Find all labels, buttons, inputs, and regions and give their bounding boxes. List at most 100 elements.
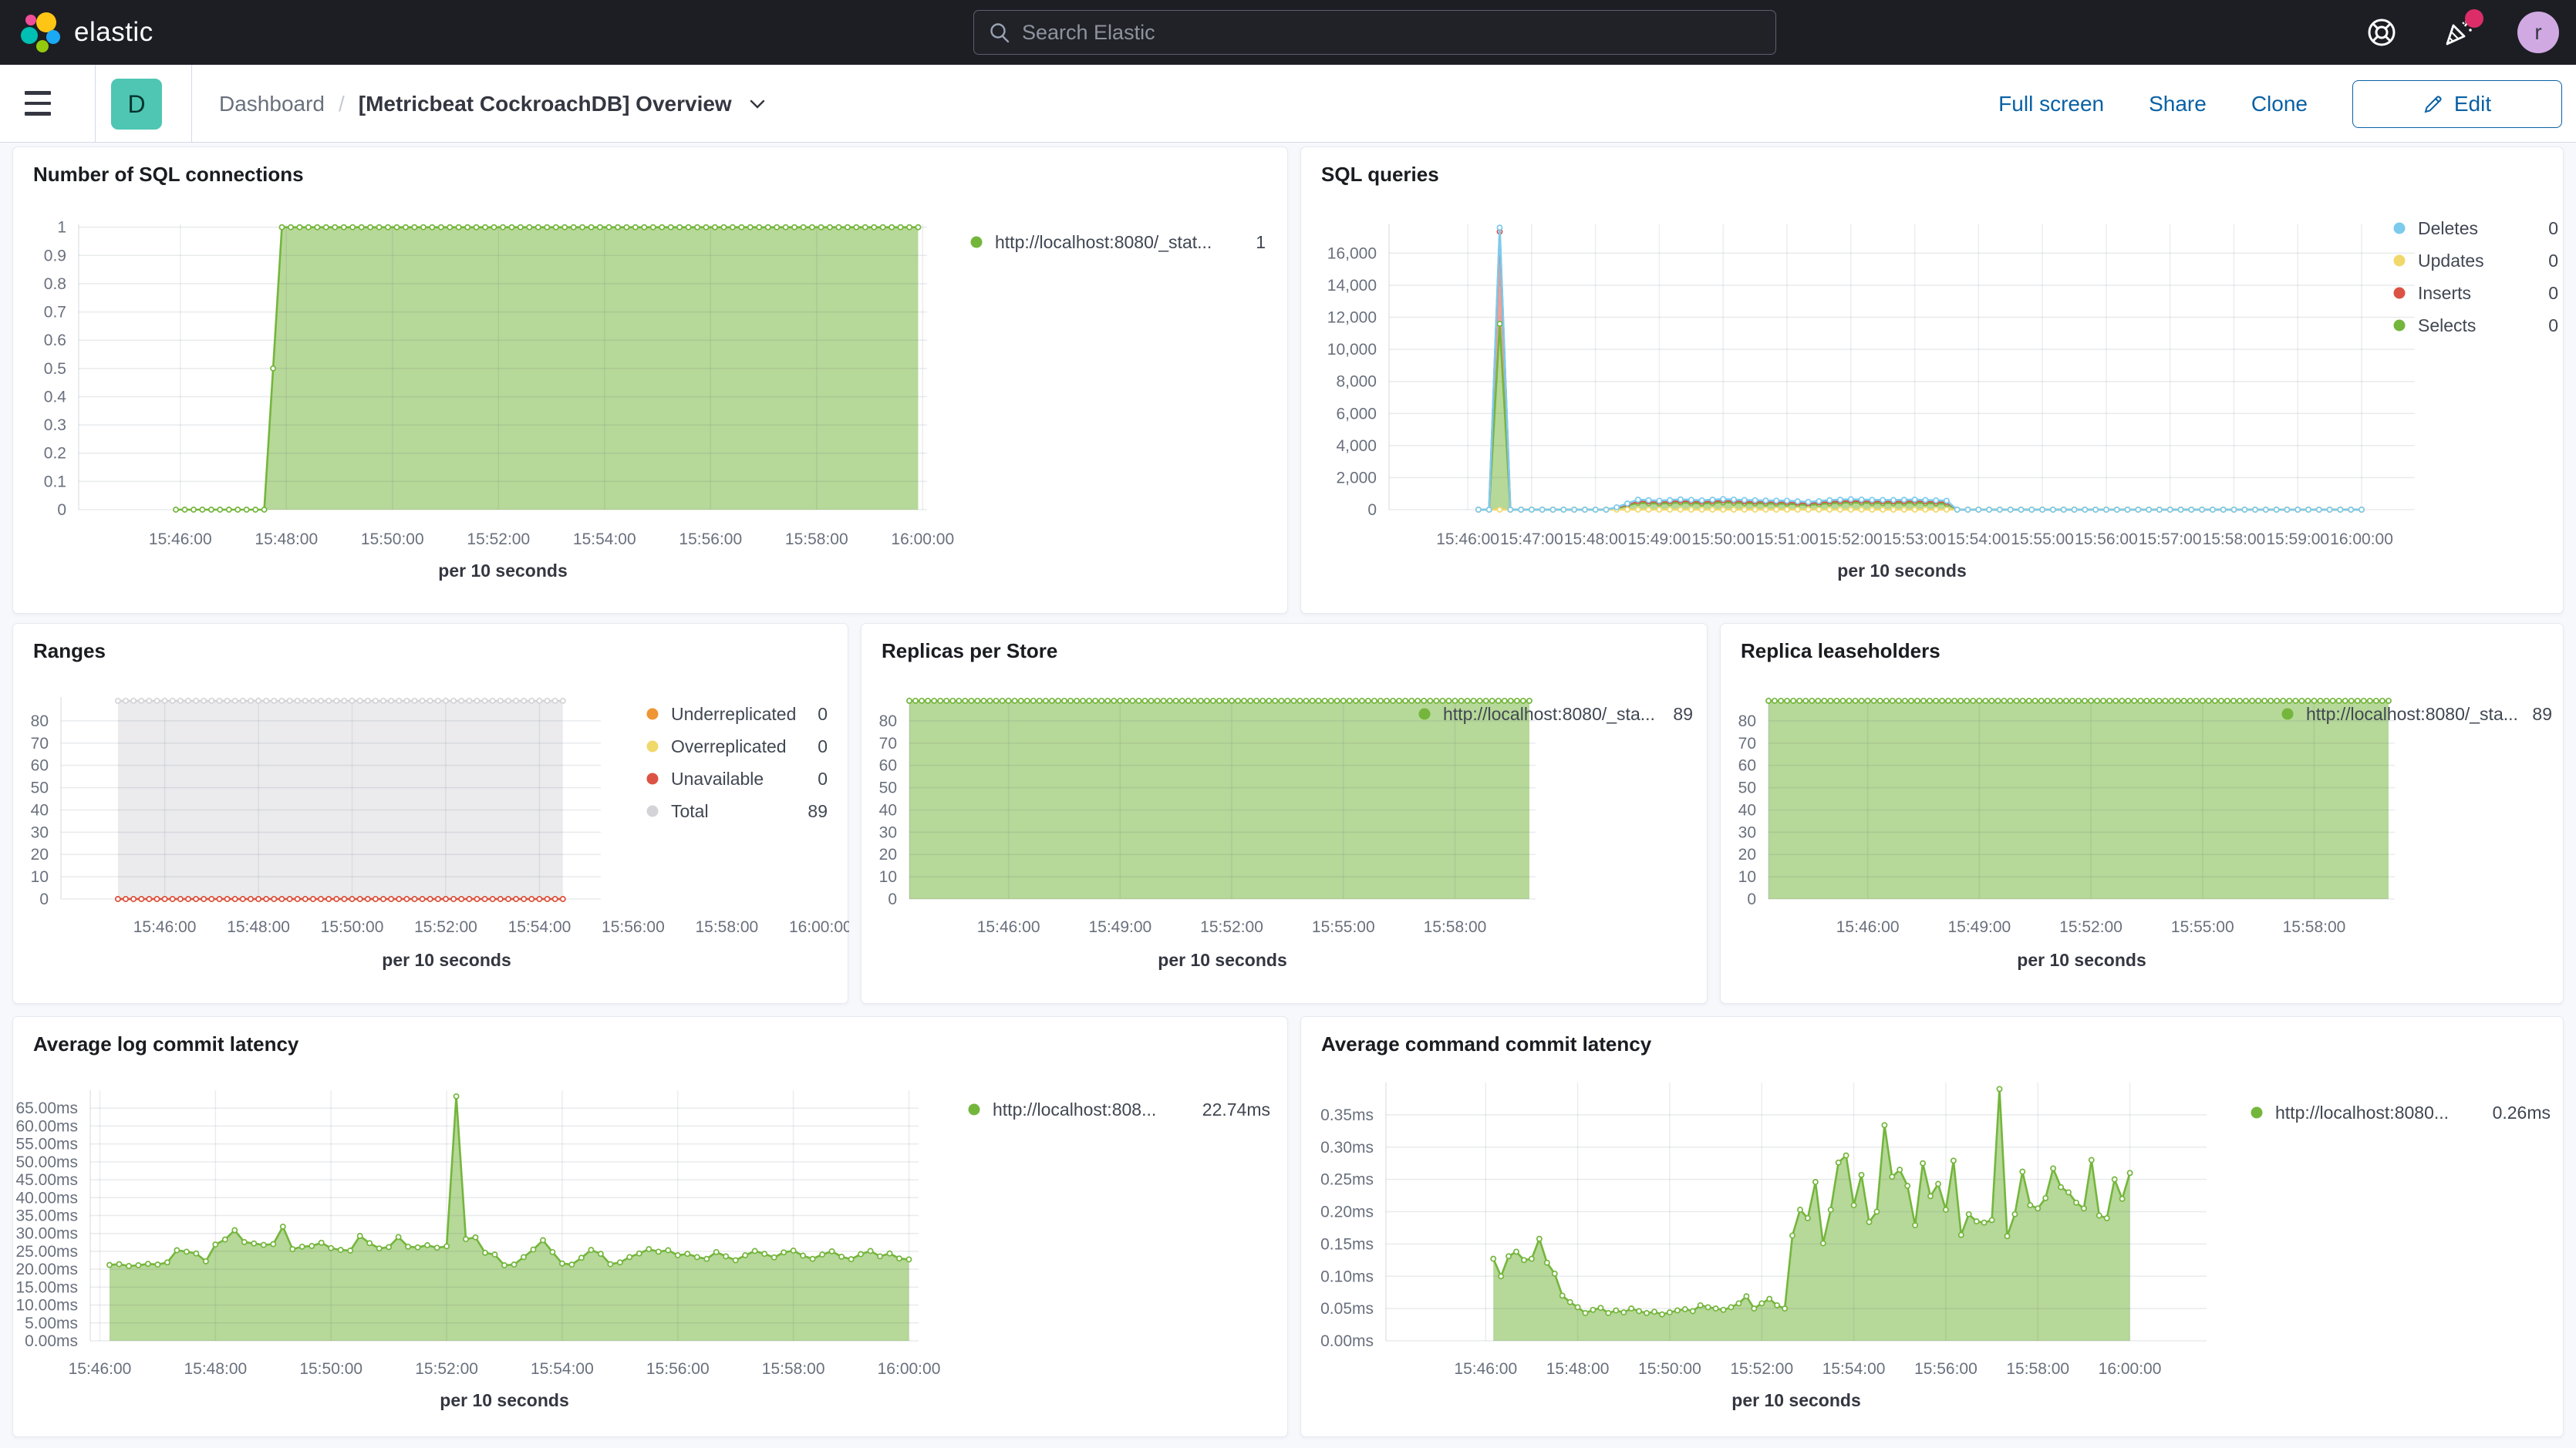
marker [174, 507, 178, 512]
marker [839, 1254, 844, 1259]
legend-item-label[interactable]: http://localhost:808... [993, 1099, 1156, 1120]
marker [1248, 699, 1253, 703]
marker [1568, 1300, 1573, 1305]
chart-canvas[interactable]: 0.00ms0.05ms0.10ms0.15ms0.20ms0.25ms0.30… [1301, 1017, 2564, 1438]
chart-canvas[interactable]: 0102030405060708015:46:0015:49:0015:52:0… [861, 624, 1708, 1005]
panel-title[interactable]: Number of SQL connections [33, 163, 304, 187]
panel-title[interactable]: Average command commit latency [1321, 1032, 1651, 1056]
x-tick-label: 15:58:00 [2203, 530, 2266, 548]
breadcrumb-dashboard[interactable]: Dashboard [219, 92, 325, 116]
marker [2128, 1170, 2133, 1175]
marker [858, 1252, 863, 1257]
marker [1678, 497, 1683, 502]
legend-item-label[interactable]: http://localhost:8080/_stat... [995, 232, 1212, 252]
marker [1846, 699, 1851, 703]
marker [1529, 1257, 1534, 1261]
marker [194, 1251, 198, 1256]
legend-item-label[interactable]: Unavailable [671, 769, 764, 789]
legend-item-label[interactable]: Updates [2418, 251, 2484, 271]
panel-title[interactable]: Average log commit latency [33, 1032, 298, 1056]
global-search[interactable] [973, 10, 1776, 55]
marker [659, 225, 664, 230]
legend-item-label[interactable]: Overreplicated [671, 736, 787, 756]
legend-item-label[interactable]: Deletes [2418, 218, 2478, 238]
chart-canvas[interactable]: 0102030405060708015:46:0015:48:0015:50:0… [13, 624, 849, 1005]
marker [288, 225, 293, 230]
marker [131, 897, 136, 901]
panel-title[interactable]: Replicas per Store [882, 639, 1057, 663]
marker [1728, 1305, 1733, 1309]
marker [339, 1248, 343, 1252]
marker [2221, 507, 2226, 512]
marker [366, 897, 370, 901]
whats-new-icon[interactable] [2440, 14, 2477, 51]
edit-button[interactable]: Edit [2352, 80, 2562, 128]
legend-item-label[interactable]: Selects [2418, 315, 2476, 335]
marker [483, 699, 487, 703]
marker [598, 1251, 603, 1256]
search-input[interactable] [1022, 21, 1762, 45]
x-tick-label: 15:56:00 [602, 918, 665, 936]
marker [1660, 1312, 1664, 1317]
x-tick-label: 15:55:00 [2011, 530, 2074, 548]
legend-item-label[interactable]: http://localhost:8080/_sta... [2306, 704, 2518, 724]
marker [820, 1252, 824, 1257]
chart-canvas[interactable]: 00.10.20.30.40.50.60.70.80.9115:46:0015:… [13, 147, 1289, 615]
marker [863, 225, 868, 230]
marker [1860, 497, 1864, 502]
marker [1998, 507, 2002, 512]
chart-canvas[interactable]: 0.00ms5.00ms10.00ms15.00ms20.00ms25.00ms… [13, 1017, 1289, 1438]
marker [386, 1244, 391, 1249]
legend-item-label[interactable]: Total [671, 801, 709, 821]
share-button[interactable]: Share [2149, 92, 2207, 116]
marker [182, 507, 187, 512]
legend-item-label[interactable]: Underreplicated [671, 704, 796, 724]
legend-item-label[interactable]: http://localhost:8080... [2275, 1103, 2449, 1123]
marker [2318, 699, 2322, 703]
marker [1452, 699, 1457, 703]
marker [2144, 699, 2149, 703]
chevron-down-icon[interactable] [749, 99, 766, 109]
x-tick-label: 15:56:00 [2075, 530, 2138, 548]
panel-title[interactable]: Replica leaseholders [1741, 639, 1940, 663]
marker [854, 225, 858, 230]
x-axis-title: per 10 seconds [2017, 950, 2146, 970]
marker [2051, 507, 2055, 512]
legend-item-label[interactable]: http://localhost:8080/_sta... [1443, 704, 1655, 724]
marker [2163, 699, 2167, 703]
chart-canvas[interactable]: 0102030405060708015:46:0015:49:0015:52:0… [1721, 624, 2564, 1005]
marker [828, 225, 832, 230]
divider [95, 65, 96, 143]
panel-title[interactable]: Ranges [33, 639, 106, 663]
panel-title[interactable]: SQL queries [1321, 163, 1439, 187]
marker [1111, 699, 1116, 703]
line-inserts [1479, 231, 2362, 510]
marker [1838, 497, 1843, 502]
marker [155, 1262, 160, 1267]
marker [1976, 507, 1981, 512]
x-tick-label: 15:58:00 [695, 918, 758, 936]
clone-button[interactable]: Clone [2251, 92, 2308, 116]
help-icon[interactable] [2363, 14, 2400, 51]
menu-icon[interactable] [25, 85, 68, 122]
marker [1678, 507, 1683, 512]
marker [1155, 699, 1160, 703]
marker [1174, 699, 1178, 703]
space-avatar[interactable]: D [111, 79, 162, 130]
marker [1384, 699, 1389, 703]
marker [529, 699, 534, 703]
legend-item-label[interactable]: Inserts [2418, 283, 2471, 303]
marker [261, 1243, 266, 1248]
user-avatar[interactable]: r [2517, 12, 2559, 53]
x-tick-label: 15:57:00 [2139, 530, 2202, 548]
full-screen-button[interactable]: Full screen [1998, 92, 2104, 116]
chart-canvas[interactable]: 02,0004,0006,0008,00010,00012,00014,0001… [1301, 147, 2564, 615]
marker [2250, 699, 2254, 703]
marker [1081, 699, 1085, 703]
marker [733, 1258, 738, 1262]
elastic-logo[interactable]: elastic [20, 12, 153, 53]
search-icon [988, 21, 1011, 44]
divider [191, 65, 192, 143]
x-tick-label: 15:58:00 [762, 1360, 825, 1378]
marker [1909, 699, 1913, 703]
